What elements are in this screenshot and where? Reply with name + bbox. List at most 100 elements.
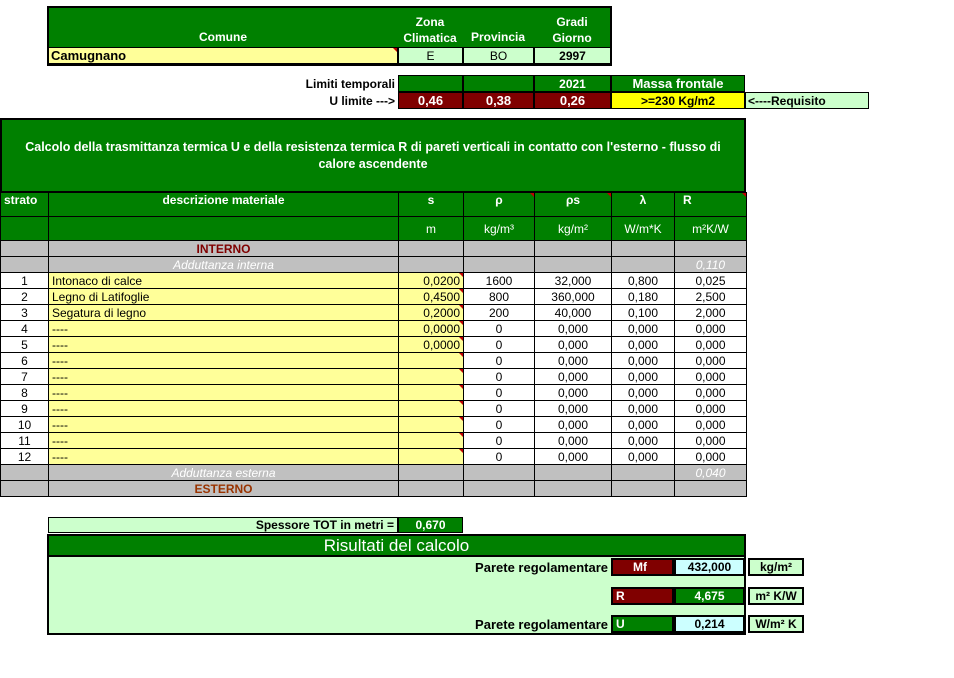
thickness-input[interactable]: 0,2000: [398, 304, 464, 321]
strato-number: 4: [0, 320, 49, 337]
conductivity-value: 0,800: [611, 272, 675, 289]
col-r: R: [674, 192, 747, 217]
col-rho: ρ: [463, 192, 535, 217]
thickness-input[interactable]: [398, 416, 464, 433]
unit-rhos: kg/m²: [534, 216, 612, 241]
density-value: 1600: [463, 272, 535, 289]
surface-mass-value: 0,000: [534, 448, 612, 465]
resistance-value: 0,000: [674, 384, 747, 401]
limiti-cell-2: [463, 75, 534, 92]
table-row: 2 Legno di Latifoglie 0,4500 800 360,000 0,18…: [0, 288, 747, 305]
requisito-label: <----Requisito: [745, 92, 869, 109]
interno-s: [398, 240, 464, 257]
adduttanza-interna-empty: [0, 256, 49, 273]
material-description[interactable]: ----: [48, 336, 399, 353]
material-description[interactable]: Legno di Latifoglie: [48, 288, 399, 305]
strato-number: 10: [0, 416, 49, 433]
thickness-input[interactable]: [398, 448, 464, 465]
massa-value: >=230 Kg/m2: [611, 92, 745, 109]
material-description[interactable]: ----: [48, 368, 399, 385]
material-description[interactable]: ----: [48, 416, 399, 433]
unit-lambda: W/m*K: [611, 216, 675, 241]
thickness-input[interactable]: 0,0000: [398, 336, 464, 353]
resistance-value: 2,000: [674, 304, 747, 321]
conductivity-value: 0,000: [611, 320, 675, 337]
density-value: 0: [463, 320, 535, 337]
density-value: 0: [463, 416, 535, 433]
thickness-input[interactable]: 0,4500: [398, 288, 464, 305]
interno-lambda: [611, 240, 675, 257]
thickness-input[interactable]: [398, 432, 464, 449]
material-description[interactable]: ----: [48, 352, 399, 369]
zona-header-line1: Zona: [415, 15, 445, 29]
layers-table: strato descrizione materiale s ρ ρs λ R …: [0, 192, 747, 497]
surface-mass-value: 0,000: [534, 336, 612, 353]
provincia-value: BO: [463, 47, 534, 64]
u-value: 0,214: [674, 615, 745, 633]
resistance-value: 0,025: [674, 272, 747, 289]
u-limite-label: U limite --->: [329, 94, 395, 108]
es-s: [398, 480, 464, 497]
material-description[interactable]: Intonaco di calce: [48, 272, 399, 289]
parete-label-2: Parete regolamentare: [475, 616, 608, 632]
adduttanza-esterna-label: Adduttanza esterna: [48, 464, 399, 481]
surface-mass-value: 0,000: [534, 432, 612, 449]
resistance-value: 0,000: [674, 320, 747, 337]
resistance-value: 0,000: [674, 432, 747, 449]
comune-input[interactable]: Camugnano: [48, 47, 398, 64]
interno-empty: [0, 240, 49, 257]
es-r: [674, 480, 747, 497]
thickness-input[interactable]: [398, 400, 464, 417]
strato-number: 9: [0, 400, 49, 417]
table-header-row: strato descrizione materiale s ρ ρs λ R: [0, 192, 747, 217]
interno-label: INTERNO: [48, 240, 399, 257]
gradi-header: Gradi Giorno: [534, 14, 610, 46]
density-value: 0: [463, 384, 535, 401]
thickness-input[interactable]: 0,0000: [398, 320, 464, 337]
resistance-value: 0,000: [674, 352, 747, 369]
conductivity-value: 0,000: [611, 416, 675, 433]
adduttanza-interna-label: Adduttanza interna: [48, 256, 399, 273]
table-row: 3 Segatura di legno 0,2000 200 40,000 0,100 2,…: [0, 304, 747, 321]
thickness-input[interactable]: 0,0200: [398, 272, 464, 289]
material-description[interactable]: ----: [48, 320, 399, 337]
esterno-label: ESTERNO: [48, 480, 399, 497]
material-description[interactable]: ----: [48, 432, 399, 449]
material-description[interactable]: ----: [48, 384, 399, 401]
material-description[interactable]: ----: [48, 400, 399, 417]
conductivity-value: 0,180: [611, 288, 675, 305]
material-description[interactable]: ----: [48, 448, 399, 465]
es-rho: [463, 480, 535, 497]
gradi-header-line1: Gradi: [556, 15, 588, 29]
table-row: 10 ---- 0 0,000 0,000 0,000: [0, 416, 747, 433]
density-value: 0: [463, 368, 535, 385]
r-label: R: [611, 587, 674, 605]
surface-mass-value: 0,000: [534, 368, 612, 385]
calc-title: Calcolo della trasmittanza termica U e d…: [0, 118, 746, 193]
unit-r: m²K/W: [674, 216, 747, 241]
thickness-input[interactable]: [398, 384, 464, 401]
table-row: 1 Intonaco di calce 0,0200 1600 32,000 0,800 0…: [0, 272, 747, 289]
table-row: 5 ---- 0,0000 0 0,000 0,000 0,000: [0, 336, 747, 353]
conductivity-value: 0,000: [611, 336, 675, 353]
zona-header-line2: Climatica: [403, 31, 457, 45]
thickness-input[interactable]: [398, 352, 464, 369]
layer-rows: 1 Intonaco di calce 0,0200 1600 32,000 0,800 0…: [0, 272, 747, 465]
surface-mass-value: 0,000: [534, 400, 612, 417]
surface-mass-value: 360,000: [534, 288, 612, 305]
ai-rhos: [534, 256, 612, 273]
ae-rhos: [534, 464, 612, 481]
resistance-value: 0,000: [674, 400, 747, 417]
surface-mass-value: 0,000: [534, 384, 612, 401]
strato-number: 6: [0, 352, 49, 369]
limiti-label: Limiti temporali: [305, 77, 395, 91]
thickness-input[interactable]: [398, 368, 464, 385]
spessore-label: Spessore TOT in metri =: [48, 517, 398, 533]
resistance-value: 0,000: [674, 448, 747, 465]
table-row: 12 ---- 0 0,000 0,000 0,000: [0, 448, 747, 465]
conductivity-value: 0,000: [611, 352, 675, 369]
units-row: m kg/m³ kg/m² W/m*K m²K/W: [0, 216, 747, 241]
strato-number: 5: [0, 336, 49, 353]
material-description[interactable]: Segatura di legno: [48, 304, 399, 321]
surface-mass-value: 0,000: [534, 416, 612, 433]
